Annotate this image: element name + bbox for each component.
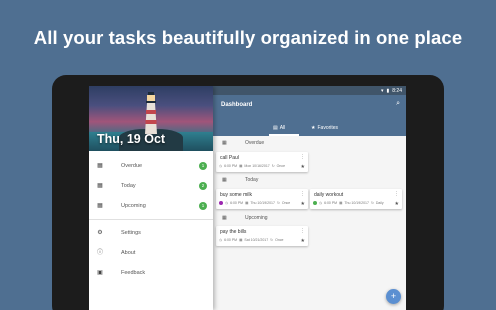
section-label: Overdue [245, 139, 265, 146]
repeat-icon: ↻ [270, 238, 274, 242]
task-card-buy-milk[interactable]: buy some milk ⋮ ◷ 6:00 PM ▦ Thu 10/19/20… [216, 189, 308, 209]
more-vert-icon[interactable]: ⋮ [300, 228, 305, 234]
plus-icon: + [390, 291, 397, 301]
more-vert-icon[interactable]: ⋮ [394, 191, 399, 197]
drawer-item-label: Settings [121, 230, 141, 236]
tab-indicator [269, 134, 299, 136]
battery-icon: ▮ [386, 87, 390, 94]
task-repeat: Once [275, 238, 284, 242]
app-screen: ▾ ▮ 8:24 Dashboard ⌕ ▤ All ★ Favorites ▦… [89, 86, 406, 310]
star-icon: ★ [311, 124, 316, 131]
task-title: call Paul [220, 155, 239, 161]
clock-icon: ◷ [219, 164, 223, 168]
clock-icon: ◷ [319, 201, 323, 205]
drawer-item-label: Overdue [121, 163, 143, 169]
search-icon[interactable]: ⌕ [396, 100, 400, 108]
add-task-button[interactable]: + [386, 289, 401, 304]
task-date: Sat 10/21/2017 [244, 238, 269, 242]
task-time: 6:00 PM [224, 238, 238, 242]
overdue-icon: ▦ [222, 139, 227, 146]
list-icon: ▤ [273, 124, 278, 131]
more-vert-icon[interactable]: ⋮ [300, 191, 305, 197]
drawer-item-label: Upcoming [121, 203, 146, 209]
tab-all-label: All [279, 124, 286, 131]
section-overdue: ▦ Overdue [213, 137, 406, 148]
drawer-item-settings[interactable]: ⚙ Settings [89, 223, 213, 243]
lighthouse-image [145, 92, 157, 134]
count-badge: 1 [199, 202, 207, 210]
drawer-item-label: Feedback [121, 270, 146, 276]
task-meta: ◷ 6:00 PM ▦ Thu 10/19/2017 ↻ Once [219, 201, 305, 205]
drawer-item-overdue[interactable]: ▦ Overdue 1 [89, 156, 213, 176]
drawer-item-upcoming[interactable]: ▦ Upcoming 1 [89, 196, 213, 216]
task-meta: ◷ 6:00 PM ▦ Mon 10/16/2017 ↻ Once [219, 164, 305, 168]
drawer-item-label: Today [121, 183, 136, 189]
task-title: buy some milk [220, 192, 252, 198]
drawer-header: Thu, 19 Oct [89, 86, 213, 151]
repeat-icon: ↻ [276, 201, 280, 205]
task-repeat: Once [281, 201, 291, 205]
task-title: daily workout [314, 192, 344, 198]
calendar-icon: ▦ [239, 238, 243, 242]
drawer-item-feedback[interactable]: ▣ Feedback [89, 263, 213, 283]
repeat-icon: ↻ [271, 164, 275, 168]
clock-icon: ◷ [225, 201, 229, 205]
repeat-icon: ↻ [370, 201, 374, 205]
more-vert-icon[interactable]: ⋮ [300, 154, 305, 160]
drawer-list: ▦ Overdue 1 ▦ Today 2 ▦ Upcoming 1 ⚙ Set… [89, 156, 213, 283]
app-bar: Dashboard ⌕ ▤ All ★ Favorites [213, 95, 406, 136]
drawer-item-about[interactable]: ⓘ About [89, 243, 213, 263]
drawer-item-today[interactable]: ▦ Today 2 [89, 176, 213, 196]
task-repeat: Daily [375, 201, 384, 205]
count-badge: 2 [199, 182, 207, 190]
calendar-icon: ▦ [239, 164, 243, 168]
gear-icon: ⚙ [97, 230, 103, 236]
task-card-call-paul[interactable]: call Paul ⋮ ◷ 6:00 PM ▦ Mon 10/16/2017 ↻… [216, 152, 308, 172]
task-repeat: Once [276, 164, 286, 168]
clock-icon: ◷ [219, 238, 223, 242]
task-time: 6:00 PM [324, 201, 338, 205]
calendar-icon: ▦ [339, 201, 343, 205]
category-dot [313, 201, 317, 205]
task-meta: ◷ 6:00 PM ▦ Thu 10/19/2017 ↻ Daily [313, 201, 399, 205]
today-icon: ▦ [222, 176, 227, 183]
star-icon[interactable]: ★ [301, 164, 305, 170]
drawer-item-label: About [121, 250, 136, 256]
overdue-icon: ▦ [97, 163, 103, 169]
task-time: 6:00 PM [224, 164, 238, 168]
task-time: 6:00 PM [230, 201, 244, 205]
page-title: Dashboard [221, 102, 253, 108]
status-time: 8:24 [392, 87, 402, 94]
section-label: Upcoming [245, 214, 268, 221]
divider [89, 219, 213, 220]
tab-favorites-label: Favorites [317, 124, 339, 131]
task-date: Thu 10/19/2017 [250, 201, 275, 205]
wifi-icon: ▾ [380, 87, 384, 94]
task-card-daily-workout[interactable]: daily workout ⋮ ◷ 6:00 PM ▦ Thu 10/19/20… [310, 189, 402, 209]
drawer-date: Thu, 19 Oct [97, 132, 166, 146]
task-card-pay-bills[interactable]: pay the bills ⋮ ◷ 6:00 PM ▦ Sat 10/21/20… [216, 226, 308, 246]
section-label: Today [245, 176, 259, 183]
star-icon[interactable]: ★ [301, 238, 305, 244]
task-date: Thu 10/19/2017 [344, 201, 369, 205]
promo-headline: All your tasks beautifully organized in … [33, 27, 463, 48]
star-icon[interactable]: ★ [395, 201, 399, 207]
task-date: Mon 10/16/2017 [244, 164, 270, 168]
navigation-drawer: Thu, 19 Oct ▦ Overdue 1 ▦ Today 2 ▦ Upco… [89, 86, 213, 310]
section-upcoming: ▦ Upcoming [213, 212, 406, 223]
upcoming-icon: ▦ [222, 214, 227, 221]
feedback-icon: ▣ [97, 270, 103, 276]
tab-favorites[interactable]: ★ Favorites [311, 119, 338, 136]
calendar-icon: ▦ [245, 201, 249, 205]
task-meta: ◷ 6:00 PM ▦ Sat 10/21/2017 ↻ Once [219, 238, 305, 242]
task-title: pay the bills [220, 229, 247, 235]
count-badge: 1 [199, 162, 207, 170]
info-icon: ⓘ [97, 250, 104, 256]
section-today: ▦ Today [213, 174, 406, 185]
category-dot [219, 201, 223, 205]
star-icon[interactable]: ★ [301, 201, 305, 207]
today-icon: ▦ [97, 183, 103, 189]
upcoming-icon: ▦ [97, 203, 103, 209]
